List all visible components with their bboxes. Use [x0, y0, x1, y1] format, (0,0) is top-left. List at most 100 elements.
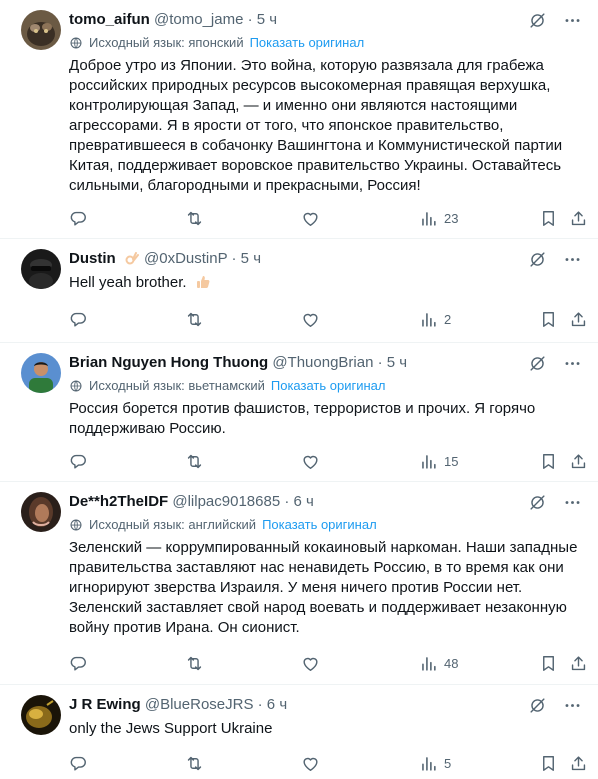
share-icon — [569, 452, 588, 471]
heart-icon — [301, 754, 320, 773]
reply-icon — [69, 452, 88, 471]
grok-slash-icon[interactable] — [528, 696, 547, 715]
retweet-button[interactable] — [185, 753, 204, 773]
tweet-top-actions — [528, 695, 582, 715]
tweet-actions: 23 — [69, 208, 582, 228]
timestamp[interactable]: · 6 ч — [258, 696, 288, 713]
avatar[interactable] — [21, 353, 61, 393]
reply-icon — [69, 209, 88, 228]
share-icon — [569, 209, 588, 228]
display-name[interactable]: tomo_aifun — [69, 11, 150, 28]
reply-button[interactable] — [69, 208, 88, 228]
display-name[interactable]: Dustin — [69, 250, 116, 267]
bookmark-button[interactable] — [539, 309, 558, 329]
reply-button[interactable] — [69, 753, 88, 773]
more-dots-icon[interactable] — [563, 493, 582, 512]
share-button[interactable] — [569, 451, 588, 471]
grok-slash-icon[interactable] — [528, 250, 547, 269]
views-button[interactable]: 2 — [419, 309, 451, 329]
translation-note: Исходный язык: английский Показать ориги… — [69, 516, 377, 534]
translated-from-label: Исходный язык: английский — [89, 517, 257, 532]
bar-chart-icon — [419, 209, 438, 228]
bookmark-button[interactable] — [539, 208, 558, 228]
share-button[interactable] — [569, 309, 588, 329]
tweet-actions: 2 — [69, 309, 582, 329]
tweet[interactable]: De**h2TheIDF @lilpac9018685 · 6 ч Исходн… — [0, 482, 598, 685]
views-button[interactable]: 23 — [419, 208, 458, 228]
views-count: 5 — [444, 755, 452, 771]
grok-slash-icon[interactable] — [528, 11, 547, 30]
timestamp[interactable]: · 5 ч — [378, 354, 408, 371]
handle[interactable]: @tomo_jame — [154, 11, 243, 28]
like-button[interactable] — [301, 208, 320, 228]
reply-button[interactable] — [69, 451, 88, 471]
share-icon — [569, 310, 588, 329]
like-button[interactable] — [301, 753, 320, 773]
retweet-button[interactable] — [185, 451, 204, 471]
tweet[interactable]: Brian Nguyen Hong Thuong @ThuongBrian · … — [0, 343, 598, 482]
display-name[interactable]: Brian Nguyen Hong Thuong — [69, 354, 268, 371]
grok-slash-icon[interactable] — [528, 493, 547, 512]
retweet-button[interactable] — [185, 653, 204, 673]
retweet-button[interactable] — [185, 309, 204, 329]
bookmark-icon — [539, 452, 558, 471]
more-dots-icon[interactable] — [563, 11, 582, 30]
tweet[interactable]: tomo_aifun @tomo_jame · 5 ч Исходный язы… — [0, 0, 598, 239]
views-count: 23 — [444, 210, 459, 226]
tweet[interactable]: J R Ewing @BlueRoseJRS · 6 ч only the Je… — [0, 685, 598, 779]
tweet-header: Dustin @0xDustinP · 5 ч — [69, 249, 538, 269]
like-button[interactable] — [301, 309, 320, 329]
handle[interactable]: @BlueRoseJRS — [145, 696, 254, 713]
like-button[interactable] — [301, 451, 320, 471]
retweet-icon — [185, 209, 204, 228]
show-original-link[interactable]: Показать оригинал — [262, 516, 377, 534]
show-original-link[interactable]: Показать оригинал — [250, 34, 365, 52]
more-dots-icon[interactable] — [563, 696, 582, 715]
retweet-button[interactable] — [185, 208, 204, 228]
retweet-icon — [185, 754, 204, 773]
timestamp[interactable]: · 6 ч — [284, 493, 314, 510]
avatar[interactable] — [21, 695, 61, 735]
more-dots-icon[interactable] — [563, 250, 582, 269]
views-button[interactable]: 5 — [419, 753, 451, 773]
bar-chart-icon — [419, 654, 438, 673]
more-dots-icon[interactable] — [563, 354, 582, 373]
heart-icon — [301, 209, 320, 228]
share-button[interactable] — [569, 208, 588, 228]
globe-translate-icon — [69, 36, 83, 50]
views-button[interactable]: 48 — [419, 653, 458, 673]
reply-button[interactable] — [69, 653, 88, 673]
tweet-text: Доброе утро из Японии. Это война, котору… — [69, 57, 563, 194]
avatar[interactable] — [21, 249, 61, 289]
reply-button[interactable] — [69, 309, 88, 329]
timestamp[interactable]: · 5 ч — [248, 11, 278, 28]
views-button[interactable]: 15 — [419, 451, 458, 471]
tweet-top-actions — [528, 492, 582, 512]
tweet-actions: 15 — [69, 451, 582, 471]
retweet-icon — [185, 452, 204, 471]
bookmark-button[interactable] — [539, 451, 558, 471]
tweet[interactable]: Dustin @0xDustinP · 5 ч Hell yeah brothe… — [0, 239, 598, 343]
grok-slash-icon[interactable] — [528, 354, 547, 373]
avatar[interactable] — [21, 10, 61, 50]
retweet-icon — [185, 654, 204, 673]
bar-chart-icon — [419, 754, 438, 773]
share-icon — [569, 654, 588, 673]
ok-hand-emoji-icon — [125, 252, 139, 265]
bookmark-button[interactable] — [539, 653, 558, 673]
bookmark-button[interactable] — [539, 753, 558, 773]
avatar[interactable] — [21, 492, 61, 532]
timestamp[interactable]: · 5 ч — [232, 250, 262, 267]
like-button[interactable] — [301, 653, 320, 673]
handle[interactable]: @ThuongBrian — [272, 354, 373, 371]
views-count: 2 — [444, 311, 452, 327]
show-original-link[interactable]: Показать оригинал — [271, 377, 386, 395]
handle[interactable]: @lilpac9018685 — [172, 493, 280, 510]
tweet-text: Hell yeah brother. — [69, 273, 582, 293]
handle[interactable]: @0xDustinP — [144, 250, 227, 267]
display-name[interactable]: De**h2TheIDF — [69, 493, 168, 510]
display-name[interactable]: J R Ewing — [69, 696, 141, 713]
globe-translate-icon — [69, 518, 83, 532]
share-button[interactable] — [569, 653, 588, 673]
share-button[interactable] — [569, 753, 588, 773]
